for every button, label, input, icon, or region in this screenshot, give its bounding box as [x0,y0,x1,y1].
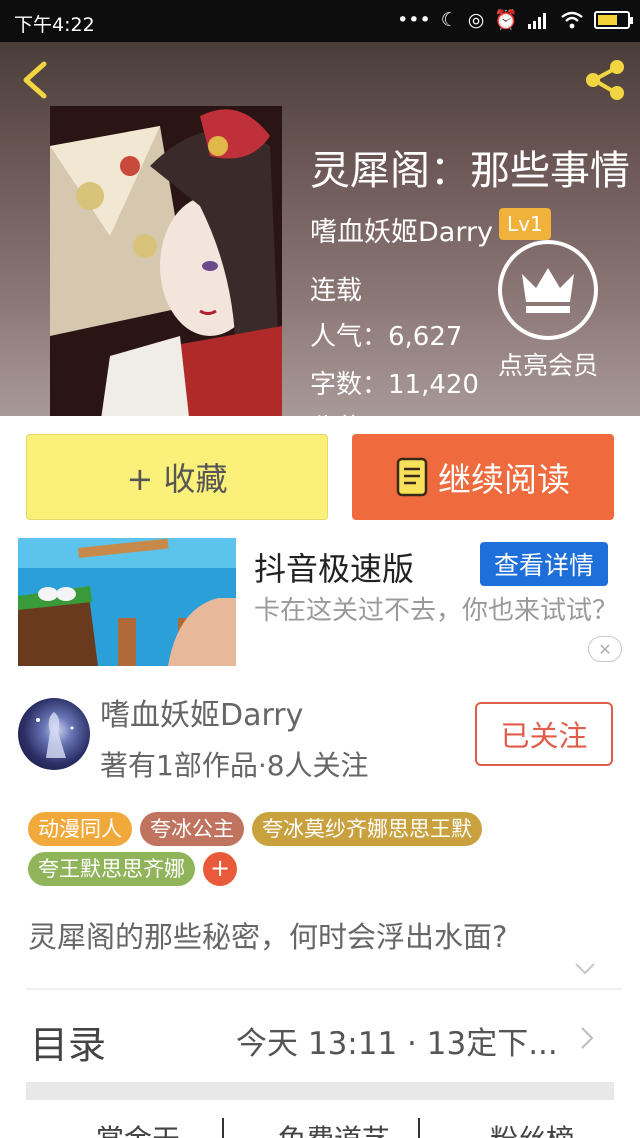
moon-icon: ☾ [440,8,458,31]
continue-reading-label: 继续阅读 [438,460,570,499]
toc-label[interactable]: 目录 [30,1014,106,1069]
book-author[interactable]: 嗜血妖姬Darry [310,210,493,249]
cover-illustration [50,106,282,416]
toc-latest-chapter[interactable]: 今天 13:11 · 13定下... [236,1018,558,1063]
ad-detail-button[interactable]: 查看详情 [480,542,608,586]
section-separator [26,1082,614,1100]
book-popularity: 人气：6,627 [310,322,463,352]
book-title: 灵犀阁：那些事情 [310,148,630,194]
author-name[interactable]: 嗜血妖姬Darry [100,690,303,734]
avatar-image [36,712,74,758]
book-detail-page: 下午4:22 ••• ☾ ◎ ⏰ 灵犀阁：那些事情 嗜血妖姬Darry Lv1 … [0,0,640,1138]
tab-free-props[interactable]: 免费道艺 [278,1118,390,1138]
ad-title[interactable]: 抖音极速版 [254,544,414,590]
book-header: 灵犀阁：那些事情 嗜血妖姬Darry Lv1 连载 人气：6,627 字数：11… [0,42,640,416]
divider [26,988,622,990]
ad-thumbnail[interactable] [18,538,236,666]
vip-label: 点亮会员 [497,351,598,380]
tag-list: 动漫同人 夸冰公主 夸冰莫纱齐娜思思王默 夸王默思思齐娜 + [28,812,628,886]
book-cover-image[interactable] [50,106,282,416]
back-arrow-icon[interactable] [18,60,54,100]
tag-item[interactable]: 夸冰公主 [140,812,244,846]
tab-separator [418,1118,420,1138]
tab-separator [222,1118,224,1138]
tab-reward[interactable]: 赏金天 [96,1118,180,1138]
status-time: 下午4:22 [14,14,95,36]
author-avatar[interactable] [18,698,90,770]
bottom-tab-bar: 赏金天 免费道艺 粉丝榜 [26,1118,626,1138]
tag-item[interactable]: 夸王默思思齐娜 [28,852,195,886]
author-stats: 著有1部作品·8人关注 [100,749,369,782]
favorite-button[interactable]: + 收藏 [26,434,328,520]
ad-game-image [18,538,236,666]
tag-item[interactable]: 夸冰莫纱齐娜思思王默 [252,812,482,846]
alarm-icon: ⏰ [494,9,518,31]
continue-reading-button[interactable]: 继续阅读 [352,434,614,520]
book-icon [396,457,428,497]
wifi-icon [561,11,583,28]
signal-icon [528,12,546,29]
follow-button[interactable]: 已关注 [475,702,613,766]
more-dots-icon: ••• [397,8,431,31]
ad-close-button[interactable]: ✕ [588,636,622,662]
vip-crown-circle [498,240,598,340]
tag-item[interactable]: 动漫同人 [28,812,132,846]
crown-icon [522,268,574,313]
book-status: 连载 [310,276,363,306]
tab-fan-ranking[interactable]: 粉丝榜 [490,1118,574,1138]
book-extra-stat: 收藏： [310,408,388,416]
share-icon[interactable] [580,56,628,104]
book-word-count: 字数：11,420 [310,370,479,400]
ad-description: 卡在这关过不去，你也来试试？ [254,596,619,626]
chevron-right-icon[interactable] [580,1026,594,1050]
book-synopsis: 灵犀阁的那些秘密，何时会浮出水面? [28,920,508,954]
add-tag-button[interactable]: + [203,852,237,886]
level-badge: Lv1 [499,208,551,240]
status-bar: 下午4:22 ••• ☾ ◎ ⏰ [0,0,640,42]
sync-icon: ◎ [467,8,485,31]
chevron-down-icon[interactable] [574,962,596,976]
battery-icon [594,10,633,29]
vip-button[interactable]: 点亮会员 [488,240,608,382]
status-icons: ••• ☾ ◎ ⏰ [397,8,633,31]
